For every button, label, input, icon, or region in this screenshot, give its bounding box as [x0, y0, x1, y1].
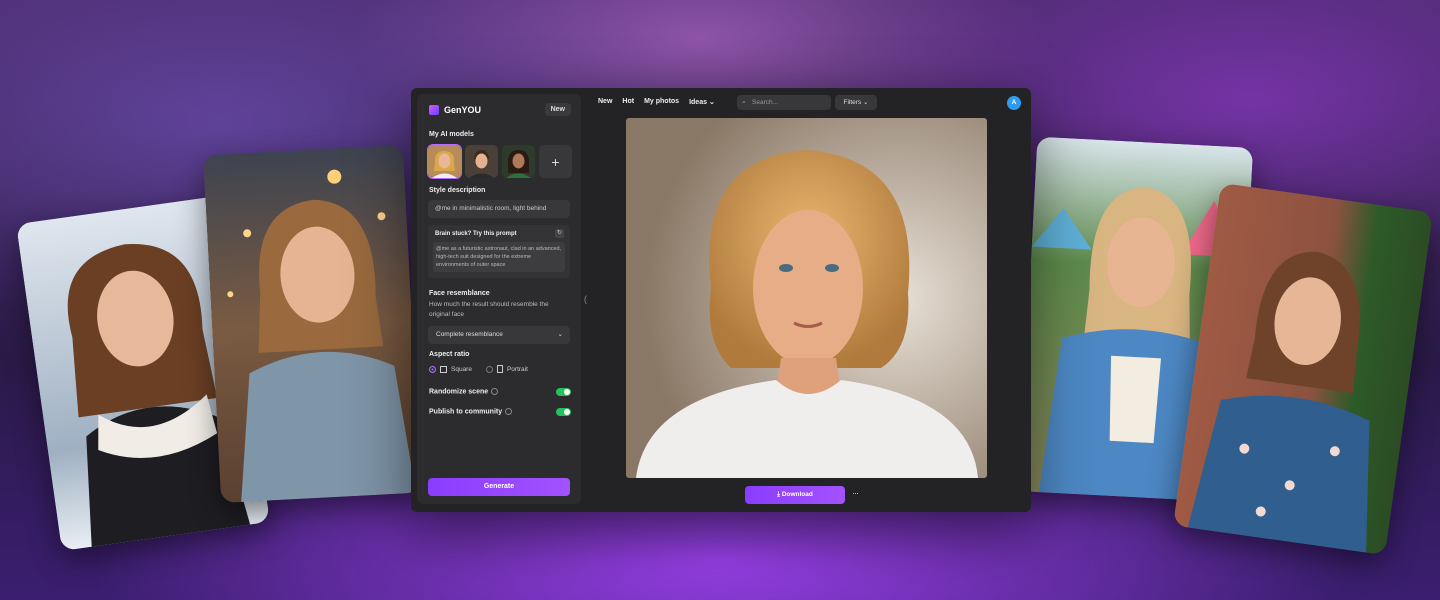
- face-description: How much the result should resemble the …: [429, 301, 549, 318]
- more-options-icon[interactable]: ···: [852, 488, 859, 498]
- randomize-row: Randomize scene: [429, 388, 499, 396]
- nav-ideas-label: Ideas: [689, 99, 707, 106]
- nav-my-photos[interactable]: My photos: [644, 98, 679, 106]
- publish-row: Publish to community: [429, 408, 513, 416]
- download-label: Download: [781, 491, 813, 498]
- resemblance-value: Complete resemblance: [436, 331, 503, 338]
- chevron-down-icon: ⌄: [557, 331, 563, 338]
- aspect-title: Aspect ratio: [429, 351, 470, 358]
- model-thumb[interactable]: [427, 144, 462, 179]
- generated-image: [626, 118, 987, 478]
- info-icon: [505, 408, 513, 415]
- randomize-label: Randomize scene: [429, 388, 489, 396]
- search-input[interactable]: ⌕ Search...: [737, 95, 831, 110]
- sidebar: GenYOU New My AI models + Style descript…: [417, 94, 581, 504]
- style-title: Style description: [429, 187, 486, 194]
- generate-button[interactable]: Generate: [428, 478, 570, 496]
- radio-square[interactable]: [429, 365, 436, 373]
- prompt-text[interactable]: @me as a futuristic astronaut, clad in a…: [433, 242, 565, 272]
- brand: GenYOU: [429, 105, 481, 115]
- download-button[interactable]: ⤓ Download: [745, 486, 845, 504]
- chevron-down-icon: ⌄: [708, 99, 715, 106]
- collapse-sidebar-icon[interactable]: (: [584, 294, 587, 304]
- refresh-icon[interactable]: ↻: [555, 229, 564, 238]
- nav-new[interactable]: New: [598, 98, 612, 106]
- model-thumb[interactable]: [465, 145, 498, 178]
- model-list: +: [427, 144, 572, 179]
- randomize-toggle[interactable]: [556, 388, 571, 396]
- aspect-square-label: Square: [451, 365, 472, 373]
- models-title: My AI models: [429, 131, 474, 138]
- search-icon: ⌕: [742, 99, 746, 106]
- portrait-icon: [496, 365, 503, 373]
- model-thumb[interactable]: [502, 145, 535, 178]
- top-nav: New Hot My photos Ideas ⌄: [598, 98, 715, 106]
- style-input[interactable]: @me in minimalistic room, light behind: [428, 200, 570, 218]
- new-button[interactable]: New: [544, 103, 571, 116]
- nav-hot[interactable]: Hot: [622, 98, 634, 106]
- logo-icon: [429, 105, 439, 115]
- filters-label: Filters: [843, 99, 862, 106]
- chevron-down-icon: ⌄: [863, 99, 869, 106]
- avatar[interactable]: A: [1007, 96, 1021, 110]
- add-model-button[interactable]: +: [539, 145, 572, 178]
- info-icon: [491, 388, 499, 395]
- filters-button[interactable]: Filters ⌄: [835, 95, 877, 110]
- aspect-options: Square Portrait: [429, 365, 528, 373]
- square-icon: [440, 365, 447, 373]
- style-input-value: @me in minimalistic room, light behind: [435, 205, 547, 212]
- app-window: GenYOU New My AI models + Style descript…: [411, 88, 1031, 512]
- publish-toggle[interactable]: [556, 408, 571, 416]
- publish-label: Publish to community: [429, 408, 503, 416]
- nav-ideas[interactable]: Ideas ⌄: [689, 98, 715, 106]
- search-placeholder: Search...: [752, 99, 779, 106]
- face-title: Face resemblance: [429, 290, 490, 297]
- prompt-title: Brain stuck? Try this prompt: [435, 231, 517, 237]
- sample-photo-cafe: [203, 145, 421, 503]
- prompt-suggestion: Brain stuck? Try this prompt ↻ @me as a …: [428, 225, 570, 278]
- aspect-portrait-label: Portrait: [506, 365, 528, 373]
- resemblance-select[interactable]: Complete resemblance ⌄: [428, 326, 570, 344]
- radio-portrait[interactable]: [485, 365, 493, 373]
- download-icon: ⤓: [777, 491, 780, 498]
- brand-name: GenYOU: [444, 105, 482, 115]
